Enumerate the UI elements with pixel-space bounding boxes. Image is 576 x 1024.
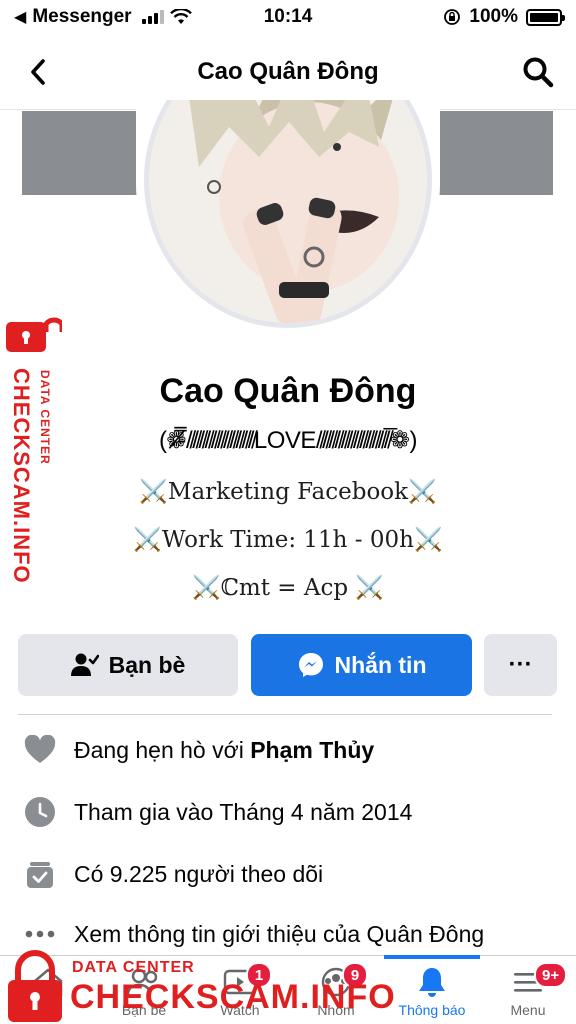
watch-badge: 1 (246, 962, 272, 988)
relationship-prefix: Đang hẹn hò với (74, 736, 251, 763)
watermark-side-big: CHECKSCAM.INFO (9, 368, 34, 584)
bio-line-1: ⚔️Marketing Facebook⚔️ (139, 479, 437, 505)
top-header: Cao Quân Đông (0, 34, 576, 110)
friends-button-label: Bạn bè (108, 651, 186, 678)
friends-button[interactable]: Bạn bè (18, 634, 238, 696)
menu-badge: 9+ (534, 962, 568, 988)
divider (18, 714, 552, 715)
search-button[interactable] (518, 52, 558, 92)
avatar-frame (136, 100, 440, 336)
tab-groups[interactable]: Nhóm 9 (288, 956, 384, 1024)
bell-icon (412, 964, 452, 1000)
profile-name: Cao Quân Đông (159, 372, 417, 410)
followers-text: Có 9.225 người theo dõi (74, 860, 324, 887)
bio-line-3: ⚔️ℂmt = Acp ⚔️ (191, 575, 385, 601)
bio-line-2: ⚔️Work Time: 11h - 00h⚔️ (133, 527, 443, 553)
back-button[interactable] (20, 52, 56, 92)
search-icon (523, 57, 554, 88)
carrier-label[interactable]: Messenger (32, 6, 131, 28)
followers-row: Có 9.225 người theo dõi (22, 854, 562, 894)
tab-friends-label: Bạn bè (121, 1002, 167, 1018)
signal-icon (141, 10, 164, 24)
status-left: ◀ Messenger (14, 6, 214, 28)
message-button-label: Nhắn tin (334, 651, 427, 678)
joined-row: Tham gia vào Tháng 4 năm 2014 (22, 792, 562, 832)
wifi-icon (169, 9, 192, 24)
clock-icon (22, 794, 58, 830)
about-row[interactable]: Xem thông tin giới thiệu của Quân Đông (22, 914, 562, 954)
chevron-left-icon (31, 59, 45, 85)
tab-home[interactable]: tin (0, 956, 96, 1024)
battery-percent: 100% (469, 6, 518, 27)
tab-menu-label: Menu (510, 1002, 546, 1018)
watermark-side-small: DATA CENTER (38, 370, 52, 465)
joined-text: Tham gia vào Tháng 4 năm 2014 (74, 798, 413, 825)
header-title: Cao Quân Đông (197, 57, 379, 85)
friend-check-icon (70, 653, 99, 676)
watermark-side: CHECKSCAM.INFO DATA CENTER (2, 310, 62, 590)
back-to-app-arrow[interactable]: ◀ (14, 7, 26, 27)
relationship-row: Đang hẹn hò với Phạm Thủy (22, 730, 562, 770)
status-bar: ◀ Messenger 10:14 100% (0, 0, 576, 34)
tab-home-label: tin (40, 1002, 56, 1018)
followers-icon (22, 856, 58, 892)
profile-picture[interactable] (144, 100, 432, 328)
messenger-icon (298, 653, 323, 677)
status-right: 100% (362, 6, 565, 28)
orientation-lock-icon (444, 9, 461, 25)
groups-badge: 9 (342, 962, 368, 988)
lock-icon (6, 317, 62, 352)
tab-notifications[interactable]: Thông báo (384, 955, 480, 1024)
avatar-illustration (149, 100, 427, 323)
more-options-icon: ··· (508, 651, 533, 678)
home-icon (28, 964, 68, 1000)
heart-icon (22, 732, 58, 768)
tab-watch[interactable]: Watch 1 (192, 956, 288, 1024)
tab-notifications-label: Thông báo (398, 1002, 466, 1018)
more-options-button[interactable]: ··· (484, 634, 557, 696)
tab-groups-label: Nhóm (317, 1002, 355, 1018)
friends-icon (124, 964, 164, 1000)
clock: 10:14 (263, 6, 313, 27)
tab-menu[interactable]: Menu 9+ (480, 956, 576, 1024)
about-link-text[interactable]: Xem thông tin giới thiệu của Quân Đông (74, 921, 484, 948)
tab-watch-label: Watch (220, 1002, 260, 1018)
relationship-partner-link[interactable]: Phạm Thủy (250, 737, 374, 764)
more-dots-icon (22, 916, 58, 952)
bottom-tab-bar: tin Bạn bè Watch 1 Nhóm 9 Thông báo Menu… (0, 955, 576, 1024)
profile-nickname-line: (❁̵̸̅̅/̸/̸/̸/̸/̸/̸/̸/̸/̸/̸/̸LOVE/̸/̸/̸/̸… (158, 427, 418, 454)
tab-friends[interactable]: Bạn bè (96, 956, 192, 1024)
message-button[interactable]: Nhắn tin (251, 634, 472, 696)
battery-icon (526, 8, 565, 26)
